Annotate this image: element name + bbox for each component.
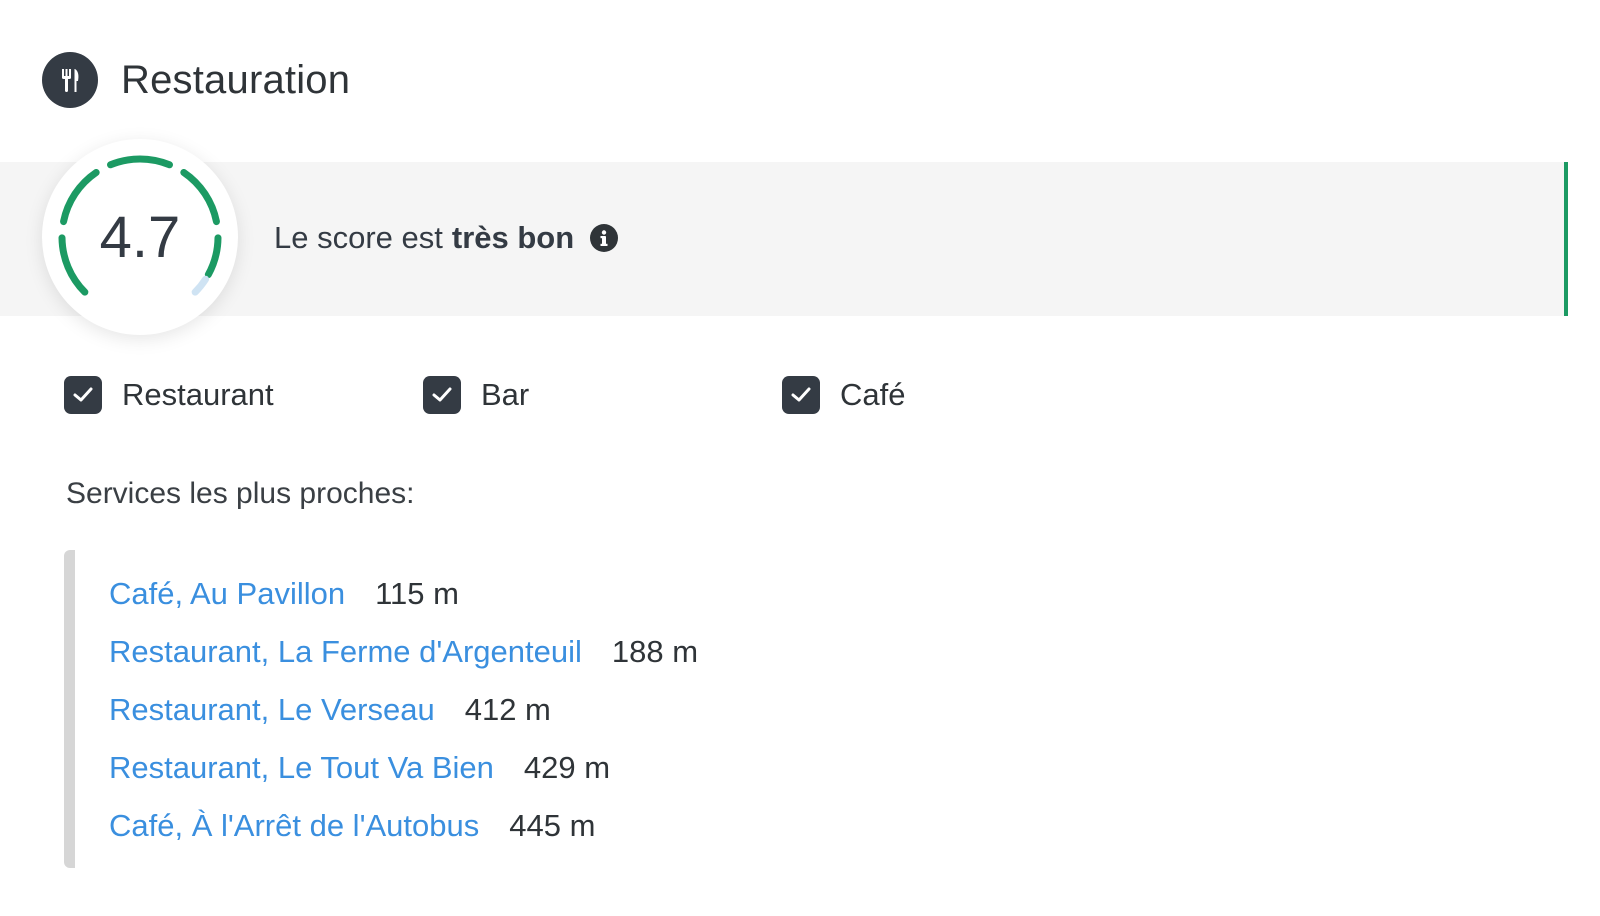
filter-label: Restaurant (122, 377, 274, 412)
checkbox-checked-icon[interactable] (782, 376, 820, 414)
list-item: Restaurant, La Ferme d'Argenteuil 188 m (109, 634, 698, 670)
service-link[interactable]: Café, À l'Arrêt de l'Autobus (109, 808, 479, 843)
score-rating: très bon (451, 220, 575, 255)
score-badge: 4.7 (42, 139, 238, 335)
service-distance: 188 m (611, 634, 699, 669)
section-title: Restauration (121, 57, 351, 102)
service-distance: 412 m (464, 692, 551, 727)
list-item: Café, À l'Arrêt de l'Autobus 445 m (109, 808, 595, 844)
service-distance: 115 m (375, 576, 459, 611)
services-list: Café, Au Pavillon 115 m Restaurant, La Fe… (64, 550, 975, 868)
restauration-panel: Restauration 4.7 Le score est très bon R… (0, 0, 1600, 916)
section-header: Restauration (42, 52, 350, 108)
filter-cafe[interactable]: Café (782, 376, 905, 414)
service-distance: 429 m (523, 750, 611, 785)
checkbox-checked-icon[interactable] (64, 376, 102, 414)
services-heading: Services les plus proches: (66, 477, 415, 510)
service-link[interactable]: Restaurant, La Ferme d'Argenteuil (109, 634, 582, 669)
category-filters: Restaurant Bar Café (0, 376, 1000, 416)
score-text-prefix: Le score est (274, 220, 443, 255)
info-icon[interactable] (590, 224, 619, 252)
filter-label: Bar (481, 377, 530, 412)
service-distance: 445 m (509, 808, 596, 843)
list-item: Restaurant, Le Tout Va Bien 429 m (109, 750, 610, 786)
score-text: Le score est très bon (274, 220, 619, 256)
checkbox-checked-icon[interactable] (423, 376, 461, 414)
filter-label: Café (840, 377, 906, 412)
filter-restaurant[interactable]: Restaurant (64, 376, 274, 414)
service-link[interactable]: Café, Au Pavillon (109, 576, 345, 611)
service-link[interactable]: Restaurant, Le Verseau (109, 692, 435, 727)
list-item: Café, Au Pavillon 115 m (109, 576, 459, 612)
fork-knife-icon (42, 52, 98, 108)
filter-bar[interactable]: Bar (423, 376, 529, 414)
list-item: Restaurant, Le Verseau 412 m (109, 692, 551, 728)
service-link[interactable]: Restaurant, Le Tout Va Bien (109, 750, 494, 785)
score-value: 4.7 (99, 204, 181, 270)
